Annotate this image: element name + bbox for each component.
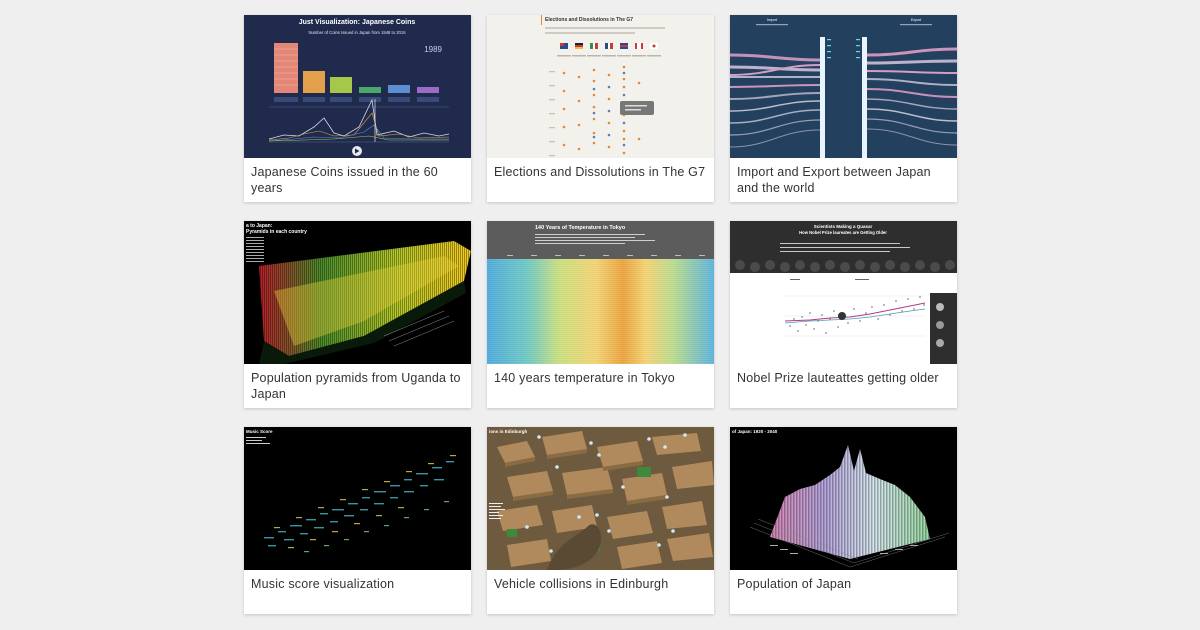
nobel-prize-thumbnail-image: Scientists Making a Quasar How Nobel Pri… <box>730 221 957 364</box>
gallery-card-population-japan[interactable]: of Japan: 1920 - 2040 Population of Japa… <box>730 427 957 614</box>
gallery-card-elections-g7[interactable]: Elections and Dissolutions in The G7 Ele… <box>487 15 714 202</box>
music-score-thumbnail-image: Music Score <box>244 427 471 570</box>
card-thumbnail[interactable]: Just Visualization: Japanese Coins Numbe… <box>244 15 471 158</box>
thumb-title: Just Visualization: Japanese Coins <box>299 19 416 26</box>
card-thumbnail[interactable]: Import Export <box>730 15 957 158</box>
card-caption: Music score visualization <box>251 577 395 591</box>
thumb-title: Music Score <box>246 429 273 434</box>
thumb-title: 140 Years of Temperature in Tokyo <box>535 225 626 231</box>
card-caption: Japanese Coins issued in the 60 years <box>251 165 438 195</box>
export-label: Export <box>911 18 921 22</box>
thumb-subtitle: Pyramids in each country <box>246 229 307 235</box>
card-thumbnail[interactable]: 140 Years of Temperature in Tokyo <box>487 221 714 364</box>
card-caption: Population of Japan <box>737 577 852 591</box>
import-label: Import <box>767 18 777 22</box>
visualization-gallery: Just Visualization: Japanese Coins Numbe… <box>244 15 957 614</box>
card-thumbnail[interactable]: Music Score <box>244 427 471 570</box>
card-thumbnail[interactable]: a to Japan: Pyramids in each country <box>244 221 471 364</box>
card-caption: Import and Export between Japan and the … <box>737 165 931 195</box>
gallery-card-nobel-prize[interactable]: Scientists Making a Quasar How Nobel Pri… <box>730 221 957 408</box>
card-caption: Elections and Dissolutions in The G7 <box>494 165 706 179</box>
card-caption: Nobel Prize lauteattes getting older <box>737 371 939 385</box>
elections-g7-thumbnail-image: Elections and Dissolutions in The G7 <box>487 15 714 158</box>
thumb-title: ions in Edinburgh <box>489 429 527 434</box>
gallery-card-population-pyramids[interactable]: a to Japan: Pyramids in each country Pop… <box>244 221 471 408</box>
population-pyramids-thumbnail-image: a to Japan: Pyramids in each country <box>244 221 471 364</box>
gallery-card-import-export[interactable]: Import Export Import and Export between … <box>730 15 957 202</box>
import-export-thumbnail-image: Import Export <box>730 15 957 158</box>
thumb-subtitle: How Nobel Prize laureates are Getting Ol… <box>799 230 887 235</box>
gallery-card-vehicle-collisions[interactable]: ions in Edinburgh Vehicle collisions in … <box>487 427 714 614</box>
vehicle-collisions-thumbnail-image: ions in Edinburgh <box>487 427 714 570</box>
thumb-year: 1989 <box>424 45 442 54</box>
card-thumbnail[interactable]: Scientists Making a Quasar How Nobel Pri… <box>730 221 957 364</box>
thumb-title: of Japan: 1920 - 2040 <box>732 429 778 434</box>
thumb-title: Scientists Making a Quasar <box>814 224 873 229</box>
card-caption: Population pyramids from Uganda to Japan <box>251 371 461 401</box>
gallery-card-japanese-coins[interactable]: Just Visualization: Japanese Coins Numbe… <box>244 15 471 202</box>
temperature-tokyo-thumbnail-image: 140 Years of Temperature in Tokyo <box>487 221 714 364</box>
gallery-card-temperature-tokyo[interactable]: 140 Years of Temperature in Tokyo 140 ye… <box>487 221 714 408</box>
card-caption: Vehicle collisions in Edinburgh <box>494 577 669 591</box>
gallery-card-music-score[interactable]: Music Score Music score visualization <box>244 427 471 614</box>
japanese-coins-thumbnail-image: Just Visualization: Japanese Coins Numbe… <box>244 15 471 158</box>
thumb-subtitle: Number of Coins Issued in Japan from 194… <box>308 30 406 35</box>
card-thumbnail[interactable]: Elections and Dissolutions in The G7 <box>487 15 714 158</box>
card-caption: 140 years temperature in Tokyo <box>494 371 675 385</box>
population-japan-thumbnail-image: of Japan: 1920 - 2040 <box>730 427 957 570</box>
card-thumbnail[interactable]: ions in Edinburgh <box>487 427 714 570</box>
card-thumbnail[interactable]: of Japan: 1920 - 2040 <box>730 427 957 570</box>
thumb-title: Elections and Dissolutions in The G7 <box>545 17 633 23</box>
